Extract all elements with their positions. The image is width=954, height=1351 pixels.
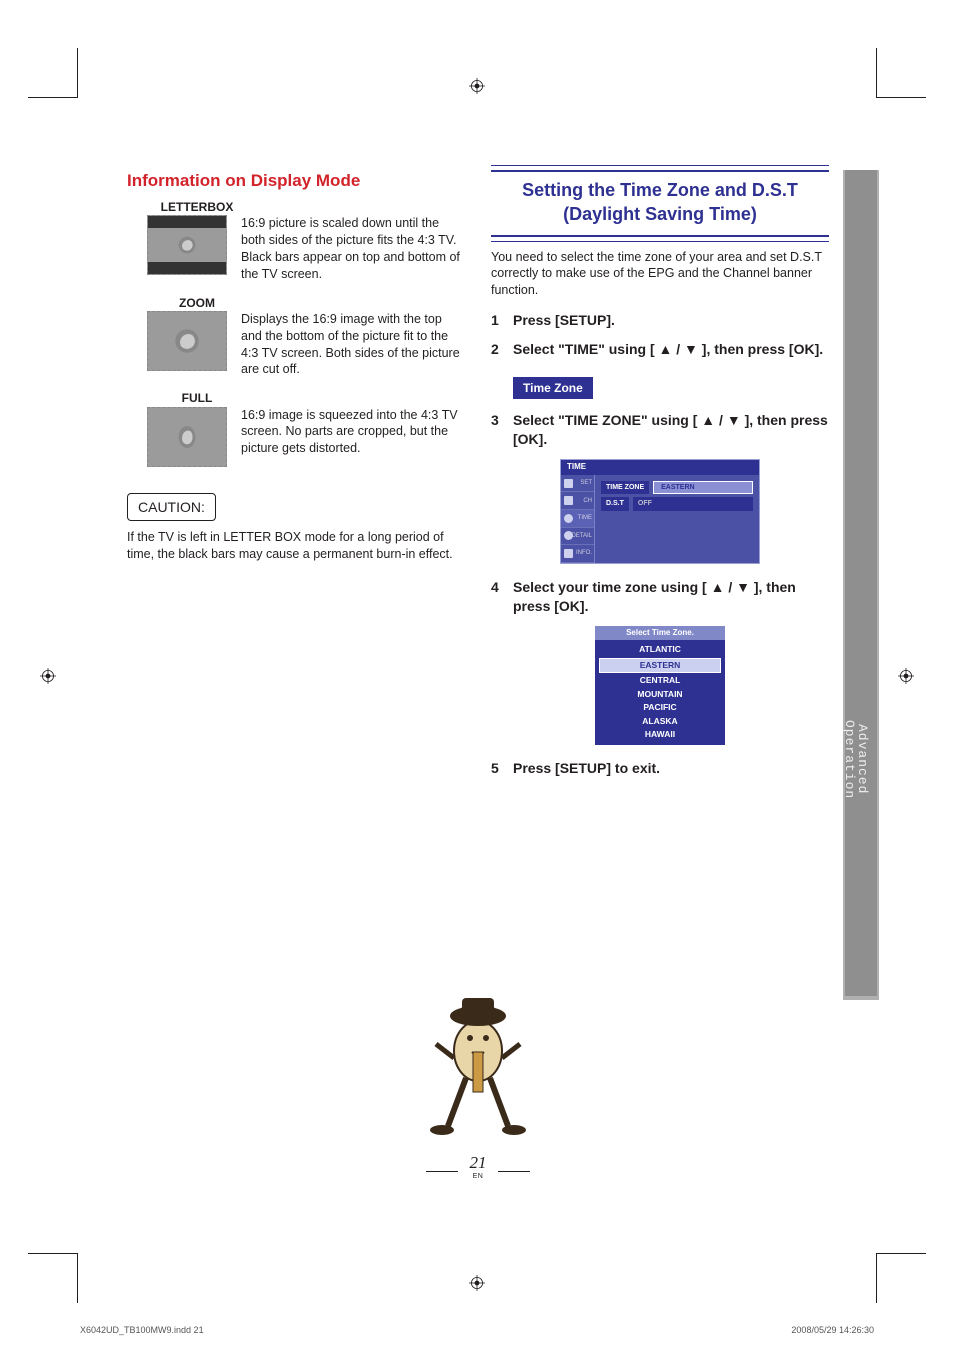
step-3-text: Select "TIME ZONE" using [ ▲ / ▼ ], then…	[513, 411, 829, 449]
section-tab-line2: Operation	[842, 720, 857, 799]
section-tab-label: Advanced Operation	[843, 720, 869, 799]
left-heading: Information on Display Mode	[127, 170, 465, 193]
step-1: 1 Press [SETUP].	[491, 311, 829, 330]
osd-title: TIME	[561, 460, 759, 475]
osd-side-item: INFO.	[561, 545, 594, 563]
mode-row-full: 16:9 image is squeezed into the 4:3 TV s…	[147, 407, 465, 467]
registration-mark-icon	[469, 1275, 485, 1291]
footer-filename: X6042UD_TB100MW9.indd 21	[80, 1325, 204, 1335]
crop-mark	[876, 48, 877, 98]
mascot-icon	[418, 996, 538, 1136]
mode-row-zoom: Displays the 16:9 image with the top and…	[147, 311, 465, 379]
step-num: 4	[491, 578, 513, 616]
step-num: 3	[491, 411, 513, 449]
right-intro: You need to select the time zone of your…	[491, 249, 829, 300]
page-number: 21 EN	[470, 1153, 487, 1180]
step-4-text: Select your time zone using [ ▲ / ▼ ], t…	[513, 578, 829, 616]
osd-side-item: DETAIL	[561, 528, 594, 546]
crop-mark	[77, 48, 78, 98]
timezone-subheader: Time Zone	[513, 377, 593, 399]
osd2-item: PACIFIC	[601, 701, 719, 714]
crop-mark	[28, 1253, 78, 1254]
osd-side-item: CH	[561, 492, 594, 510]
step-5-text: Press [SETUP] to exit.	[513, 759, 660, 778]
tv-icon	[564, 479, 573, 488]
osd2-title: Select Time Zone.	[595, 626, 725, 641]
osd-side-item-selected: TIME	[561, 510, 594, 528]
crop-mark	[876, 1253, 877, 1303]
step-num: 5	[491, 759, 513, 778]
crop-mark	[876, 97, 926, 98]
osd-time-menu: TIME SET CH TIME DETAIL INFO. TIME ZONE …	[560, 459, 760, 564]
zoom-preview-icon	[147, 311, 227, 371]
clock-icon	[564, 514, 573, 523]
osd2-item-selected: EASTERN	[599, 658, 721, 673]
mode-row-letterbox: 16:9 picture is scaled down until the bo…	[147, 215, 465, 283]
osd-field-label: TIME ZONE	[601, 481, 649, 494]
step-1-text: Press [SETUP].	[513, 311, 615, 330]
osd-timezone-list: Select Time Zone. ATLANTIC EASTERN CENTR…	[595, 626, 725, 745]
osd-field-value-selected: EASTERN	[653, 481, 753, 494]
osd2-item: MOUNTAIN	[601, 688, 719, 701]
footer-timestamp: 2008/05/29 14:26:30	[791, 1325, 874, 1335]
step-2-text: Select "TIME" using [ ▲ / ▼ ], then pres…	[513, 340, 823, 359]
crop-mark	[876, 1253, 926, 1254]
step-num: 2	[491, 340, 513, 359]
step-4: 4 Select your time zone using [ ▲ / ▼ ],…	[491, 578, 829, 616]
osd-side-item: SET	[561, 475, 594, 493]
osd-sidebar: SET CH TIME DETAIL INFO.	[561, 475, 595, 563]
mode-desc-letterbox: 16:9 picture is scaled down until the bo…	[241, 215, 465, 283]
osd-field-label: D.S.T	[601, 497, 629, 510]
channel-icon	[564, 496, 573, 505]
section-tab	[845, 170, 877, 996]
osd2-item: CENTRAL	[601, 674, 719, 687]
crop-mark	[77, 1253, 78, 1303]
registration-mark-icon	[469, 78, 485, 94]
caution-label: CAUTION:	[127, 493, 216, 522]
osd-field-value: OFF	[633, 497, 753, 510]
mode-desc-full: 16:9 image is squeezed into the 4:3 TV s…	[241, 407, 465, 467]
mode-label-zoom: ZOOM	[147, 295, 247, 311]
step-num: 1	[491, 311, 513, 330]
crop-mark	[28, 97, 78, 98]
step-5: 5 Press [SETUP] to exit.	[491, 759, 829, 778]
mode-label-full: FULL	[147, 390, 247, 406]
step-2: 2 Select "TIME" using [ ▲ / ▼ ], then pr…	[491, 340, 829, 359]
registration-mark-icon	[40, 668, 56, 684]
right-heading: Setting the Time Zone and D.S.T (Dayligh…	[491, 170, 829, 237]
osd2-item: ATLANTIC	[601, 643, 719, 656]
full-preview-icon	[147, 407, 227, 467]
section-tab-line1: Advanced	[855, 724, 870, 794]
step-3: 3 Select "TIME ZONE" using [ ▲ / ▼ ], th…	[491, 411, 829, 449]
caution-text: If the TV is left in LETTER BOX mode for…	[127, 529, 465, 563]
page-number-value: 21	[470, 1153, 487, 1172]
page-num-rule	[426, 1171, 458, 1172]
registration-mark-icon	[898, 668, 914, 684]
letterbox-preview-icon	[147, 215, 227, 275]
osd2-item: ALASKA	[601, 715, 719, 728]
info-icon	[564, 549, 573, 558]
osd2-item: HAWAII	[601, 728, 719, 741]
page-num-rule	[498, 1171, 530, 1172]
page-lang: EN	[470, 1173, 487, 1180]
mode-desc-zoom: Displays the 16:9 image with the top and…	[241, 311, 465, 379]
mode-label-letterbox: LETTERBOX	[147, 199, 247, 215]
